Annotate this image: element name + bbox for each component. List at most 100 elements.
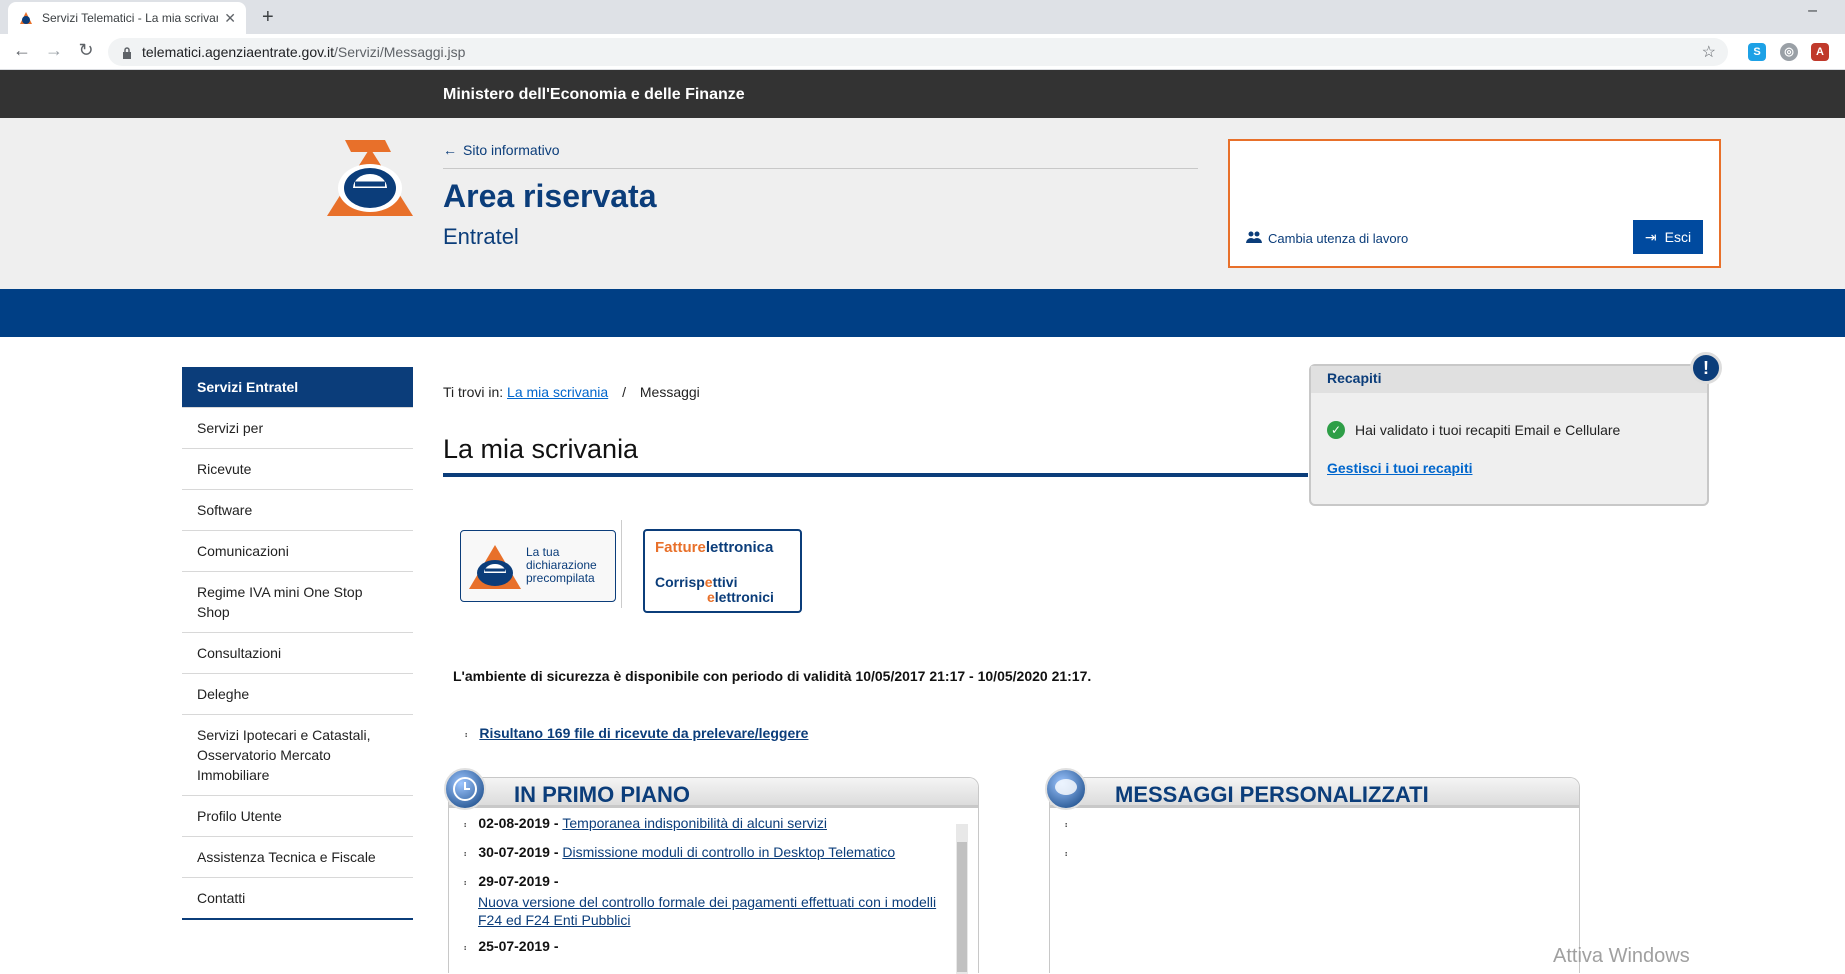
tab-title: Servizi Telematici - La mia scrivani — [42, 11, 219, 25]
sidebar: Servizi Entratel Servizi per Ricevute So… — [182, 367, 413, 920]
url-path: /Servizi/Messaggi.jsp — [333, 44, 466, 60]
title-divider — [443, 473, 1308, 477]
news-date: 30-07-2019 - — [478, 844, 559, 860]
sidebar-item-ricevute[interactable]: Ricevute — [182, 448, 413, 489]
arrow-left-icon: ← — [443, 142, 457, 158]
manage-contacts-link[interactable]: Gestisci i tuoi recapiti — [1327, 460, 1473, 476]
exclamation-icon: ! — [1690, 352, 1722, 384]
users-icon — [1246, 230, 1262, 246]
breadcrumb-prefix: Ti trovi in: — [443, 384, 504, 400]
messaggi-list: ⠆ ⠆ — [1050, 808, 1579, 864]
url-host: telematici.agenziaentrate.gov.it — [142, 44, 334, 60]
change-workspace-link[interactable]: Cambia utenza di lavoro — [1246, 230, 1408, 246]
news-item: ⠆ 30-07-2019 - Dismissione moduli di cont… — [463, 843, 948, 864]
e-logo-icon: e — [697, 539, 706, 556]
banner2-ttivi: ttivi — [712, 574, 738, 590]
banner-divider — [621, 520, 622, 608]
logout-label: Esci — [1664, 229, 1692, 245]
ministry-name: Ministero dell'Economia e delle Finanze — [443, 86, 745, 103]
ministry-bar: Ministero dell'Economia e delle Finanze — [0, 70, 1845, 118]
recapiti-status: ✓ Hai validato i tuoi recapiti Email e Ce… — [1327, 421, 1620, 439]
recapiti-title: Recapiti — [1311, 366, 1707, 393]
address-bar[interactable]: telematici.agenziaentrate.gov.it/Servizi… — [108, 38, 1728, 66]
bullet-icon: ⠆ — [463, 849, 471, 860]
pdf-extension-icon[interactable]: A — [1811, 43, 1829, 61]
scrollbar-thumb[interactable] — [957, 842, 967, 972]
messaggi-personalizzati-panel: MESSAGGI PERSONALIZZATI ⠆ ⠆ — [1045, 768, 1580, 973]
banner2-lettronici: lettronici — [714, 589, 774, 605]
bullet-icon: ⠆ — [464, 730, 472, 741]
banner2-corrisp: Corrisp — [655, 574, 705, 590]
bullet-icon: ⠆ — [463, 943, 471, 954]
change-workspace-label: Cambia utenza di lavoro — [1268, 230, 1409, 246]
forward-icon[interactable]: → — [42, 40, 66, 61]
browser-toolbar: ← → ↻ telematici.agenziaentrate.gov.it/S… — [0, 34, 1845, 70]
sidebar-title: Servizi Entratel — [182, 367, 413, 407]
breadcrumb-link[interactable]: La mia scrivania — [507, 384, 608, 400]
e-logo-icon-2: e — [704, 574, 713, 590]
windows-activation-watermark: Attiva Windows — [1553, 945, 1690, 967]
breadcrumb: Ti trovi in: La mia scrivania / Messaggi — [443, 384, 700, 400]
back-icon[interactable]: ← — [10, 40, 34, 61]
navigation-bar — [0, 289, 1845, 337]
skype-extension-icon[interactable]: S — [1748, 43, 1766, 61]
news-date: 02-08-2019 - — [478, 815, 559, 831]
sidebar-item-servizi-per[interactable]: Servizi per — [182, 407, 413, 448]
sidebar-item-assistenza[interactable]: Assistenza Tecnica e Fiscale — [182, 836, 413, 877]
news-link[interactable]: Temporanea indisponibilità di alcuni ser… — [562, 815, 827, 831]
news-link[interactable]: Nuova versione del controllo formale dei… — [478, 893, 948, 929]
news-item: ⠆ 02-08-2019 - Temporanea indisponibilità… — [463, 814, 948, 835]
sidebar-item-profilo-utente[interactable]: Profilo Utente — [182, 795, 413, 836]
security-notice: L'ambiente di sicurezza è disponibile co… — [453, 668, 1092, 684]
e-logo-icon-3: e — [707, 589, 715, 605]
ricevute-notice: ⠆ Risultano 169 file di ricevute da prele… — [464, 725, 808, 741]
in-primo-piano-panel: IN PRIMO PIANO ⠆ 02-08-2019 - Temporanea … — [444, 768, 979, 974]
news-date: 29-07-2019 - — [478, 873, 559, 889]
bullet-icon: ⠆ — [463, 878, 471, 889]
close-tab-icon[interactable]: ✕ — [224, 10, 236, 27]
banner2-fattur: Fattur — [655, 539, 698, 556]
in-primo-piano-header: IN PRIMO PIANO — [444, 768, 978, 810]
check-circle-icon: ✓ — [1327, 421, 1345, 439]
sidebar-item-deleghe[interactable]: Deleghe — [182, 673, 413, 714]
minimize-icon[interactable]: – — [1808, 2, 1817, 20]
speech-bubble-icon — [1045, 768, 1087, 810]
sidebar-item-consultazioni[interactable]: Consultazioni — [182, 632, 413, 673]
bullet-icon: ⠆ — [1064, 820, 1072, 831]
extension-icon[interactable]: ◎ — [1780, 43, 1798, 61]
sidebar-item-regime-iva[interactable]: Regime IVA mini One Stop Shop — [182, 571, 413, 632]
sidebar-item-contatti[interactable]: Contatti — [182, 877, 413, 918]
browser-tab[interactable]: Servizi Telematici - La mia scrivani ✕ — [8, 2, 246, 34]
sidebar-item-comunicazioni[interactable]: Comunicazioni — [182, 530, 413, 571]
lock-icon — [122, 46, 132, 59]
clock-icon — [444, 768, 486, 810]
news-link[interactable]: Dismissione moduli di controllo in Deskt… — [562, 844, 895, 860]
banner1-line3: precompilata — [526, 571, 595, 585]
sidebar-item-software[interactable]: Software — [182, 489, 413, 530]
news-item: ⠆ 25-07-2019 - — [463, 937, 948, 958]
precompilata-logo-icon — [467, 541, 523, 596]
bullet-icon: ⠆ — [1064, 849, 1072, 860]
recapiti-status-text: Hai validato i tuoi recapiti Email e Cel… — [1355, 422, 1621, 438]
sidebar-item-servizi-ipotecari[interactable]: Servizi Ipotecari e Catastali, Osservato… — [182, 714, 413, 795]
fattura-elettronica-banner[interactable]: Fatturelettronica Corrispettivi elettron… — [643, 529, 802, 613]
reload-icon[interactable]: ↻ — [74, 40, 98, 61]
page-subheading: Entratel — [443, 224, 519, 249]
agenzia-favicon-icon — [18, 10, 34, 26]
messaggi-header: MESSAGGI PERSONALIZZATI — [1045, 768, 1579, 810]
bookmark-star-icon[interactable]: ☆ — [1702, 42, 1716, 62]
precompilata-banner[interactable]: La tua dichiarazione precompilata — [460, 530, 616, 602]
messaggi-title: MESSAGGI PERSONALIZZATI — [1115, 782, 1429, 807]
ricevute-link[interactable]: Risultano 169 file di ricevute da prelev… — [479, 725, 808, 741]
banner2-lettronica: lettronica — [705, 539, 774, 556]
browser-tabbar: Servizi Telematici - La mia scrivani ✕ +… — [0, 0, 1845, 34]
breadcrumb-current: Messaggi — [639, 384, 700, 400]
site-info-link[interactable]: ← Sito informativo — [443, 142, 559, 158]
message-item: ⠆ — [1064, 843, 1549, 864]
news-date: 25-07-2019 - — [478, 938, 559, 954]
page-heading: Area riservata — [443, 178, 657, 214]
new-tab-icon[interactable]: + — [262, 6, 274, 29]
logout-button[interactable]: ⇥ Esci — [1633, 220, 1703, 254]
news-scrollbar[interactable] — [956, 824, 968, 974]
agenzia-entrate-logo[interactable] — [325, 138, 415, 218]
